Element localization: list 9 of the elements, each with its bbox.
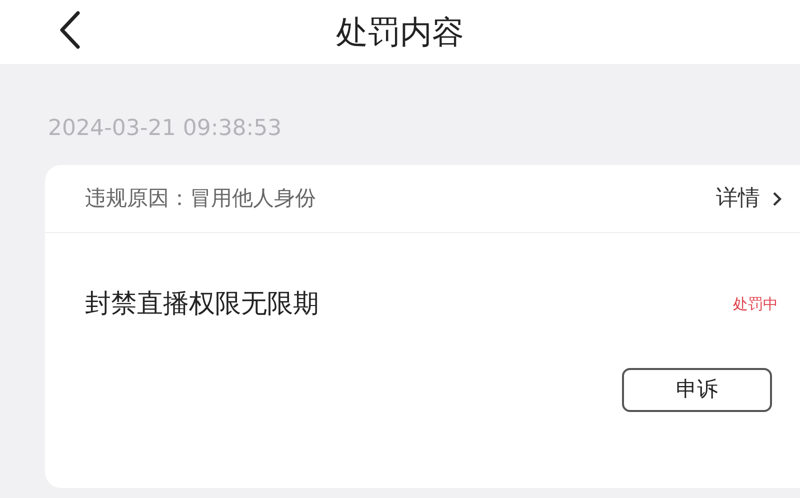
penalty-text: 封禁直播权限无限期 (85, 288, 319, 321)
page-title: 处罚内容 (336, 12, 464, 53)
back-icon (59, 11, 81, 49)
details-link[interactable]: 详情 (716, 182, 782, 215)
violation-reason: 违规原因：冒用他人身份 (85, 184, 316, 212)
appeal-button[interactable]: 申诉 (622, 368, 772, 412)
chevron-right-icon (772, 190, 782, 206)
status-label: 处罚中 (733, 294, 778, 316)
record-time: 2024-03-21 09:38:53 (48, 116, 282, 141)
